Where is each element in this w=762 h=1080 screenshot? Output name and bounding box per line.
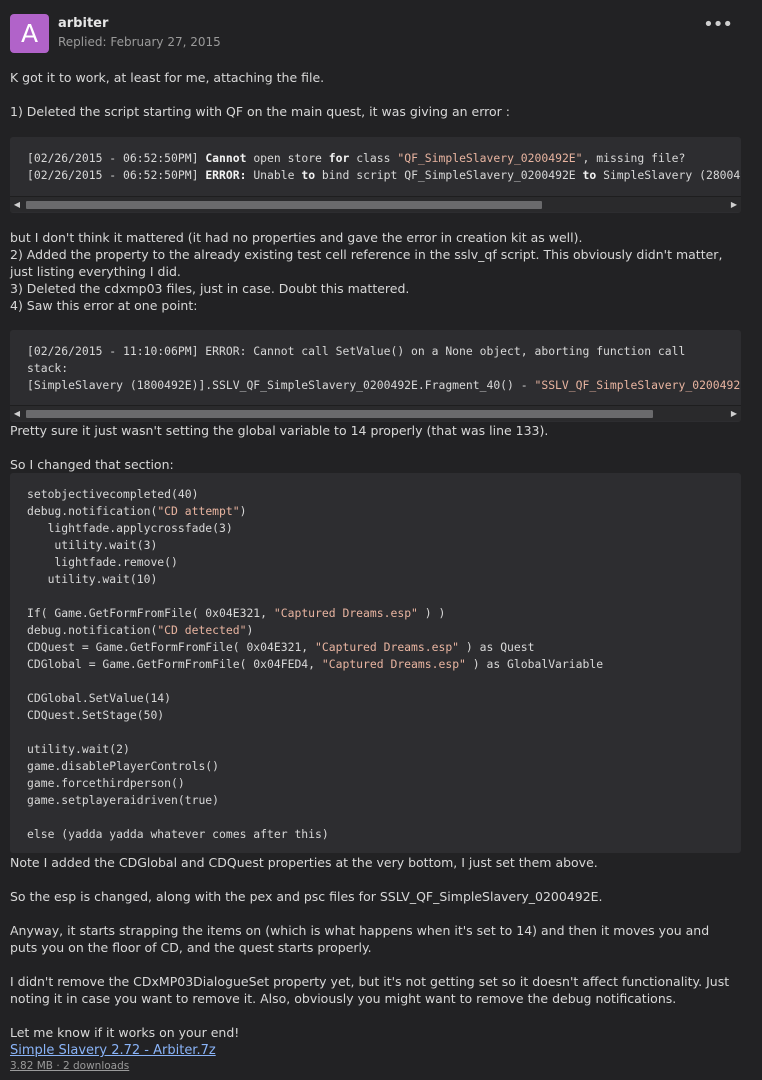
post-paragraph: So I changed that section:	[10, 457, 174, 472]
attachment-link[interactable]: Simple Slavery 2.72 - Arbiter.7z	[10, 1043, 216, 1058]
code-line: utility.wait(10)	[27, 572, 158, 586]
script-code: setobjectivecompleted(40) debug.notifica…	[10, 473, 741, 843]
code-block-error-stack: [02/26/2015 - 11:10:06PM] ERROR: Cannot …	[10, 330, 741, 422]
post-paragraph: 1) Deleted the script starting with QF o…	[10, 104, 510, 119]
code-block-script: setobjectivecompleted(40) debug.notifica…	[10, 473, 741, 853]
post-paragraph: Anyway, it starts strapping the items on…	[10, 923, 714, 955]
scroll-left-icon[interactable]: ◀	[10, 406, 24, 421]
post-paragraph: Let me know if it works on your end!	[10, 1025, 240, 1040]
reply-date: Replied: February 27, 2015	[58, 35, 221, 49]
scroll-right-icon[interactable]: ▶	[727, 406, 741, 421]
code-line: setobjectivecompleted(40)	[27, 487, 199, 501]
code-line: else (yadda yadda whatever comes after t…	[27, 827, 329, 841]
post-paragraph: So the esp is changed, along with the pe…	[10, 889, 603, 904]
code-line: utility.wait(2)	[27, 742, 130, 756]
code-line: CDQuest = Game.GetFormFromFile( 0x04E321…	[27, 640, 535, 654]
code-line: game.setplayeraidriven(true)	[27, 793, 220, 807]
code-line: utility.wait(3)	[27, 538, 158, 552]
post-paragraph: Note I added the CDGlobal and CDQuest pr…	[10, 855, 598, 870]
code-line: game.forcethirdperson()	[27, 776, 185, 790]
code-line: CDGlobal.SetValue(14)	[27, 691, 172, 705]
code-line: lightfade.applycrossfade(3)	[27, 521, 233, 535]
post-paragraph: but I don't think it mattered (it had no…	[10, 230, 723, 313]
code-line: debug.notification("CD detected")	[27, 623, 254, 637]
author-name[interactable]: arbiter	[58, 16, 108, 31]
more-options-icon[interactable]: •••	[703, 14, 733, 35]
post-paragraph: I didn't remove the CDxMP03DialogueSet p…	[10, 974, 734, 1006]
post-paragraph: Pretty sure it just wasn't setting the g…	[10, 423, 549, 438]
attachment-meta: 3.82 MB · 2 downloads	[10, 1060, 130, 1072]
avatar[interactable]: A	[10, 14, 49, 53]
code-line: lightfade.remove()	[27, 555, 178, 569]
post-paragraph: K got it to work, at least for me, attac…	[10, 70, 325, 85]
scroll-right-icon[interactable]: ▶	[727, 197, 741, 212]
code-block-error-log: [02/26/2015 - 06:52:50PM] Cannot open st…	[10, 137, 741, 213]
code-line: CDGlobal = Game.GetFormFromFile( 0x04FED…	[27, 657, 604, 671]
post-header: A arbiter Replied: February 27, 2015 •••	[10, 14, 752, 54]
code-line: If( Game.GetFormFromFile( 0x04E321, "Cap…	[27, 606, 446, 620]
code-line: CDQuest.SetStage(50)	[27, 708, 165, 722]
scroll-left-icon[interactable]: ◀	[10, 197, 24, 212]
code-line: debug.notification("CD attempt")	[27, 504, 247, 518]
scrollbar-thumb[interactable]	[26, 410, 653, 418]
horizontal-scrollbar[interactable]: ◀ ▶	[10, 196, 741, 212]
horizontal-scrollbar[interactable]: ◀ ▶	[10, 405, 741, 421]
code-line: game.disablePlayerControls()	[27, 759, 220, 773]
scrollbar-thumb[interactable]	[26, 201, 542, 209]
